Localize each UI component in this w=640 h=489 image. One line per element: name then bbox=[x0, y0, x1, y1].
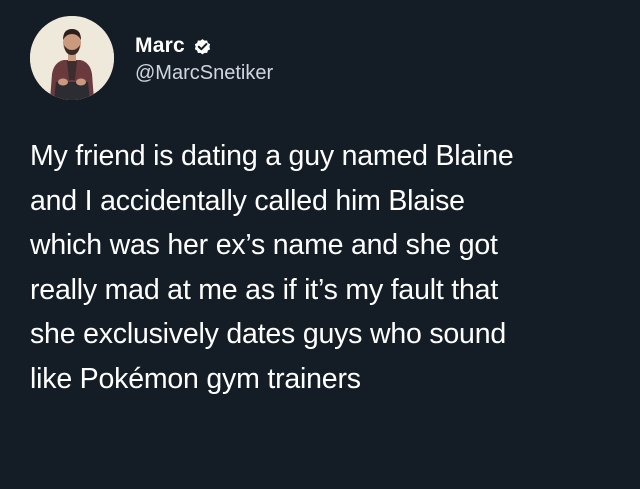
tweet-card: Marc @MarcSnetiker My friend is dating a… bbox=[0, 0, 640, 489]
tweet-text-line: which was her ex’s name and she got bbox=[30, 229, 498, 261]
tweet-text-line: like Pokémon gym trainers bbox=[30, 362, 361, 395]
user-handle[interactable]: @MarcSnetiker bbox=[135, 62, 273, 85]
name-row: Marc bbox=[135, 31, 273, 61]
avatar-photo bbox=[30, 16, 114, 100]
avatar[interactable] bbox=[30, 16, 114, 100]
tweet-text: My friend is dating a guy named Blaine a… bbox=[30, 134, 620, 401]
user-names: Marc @MarcSnetiker bbox=[135, 31, 273, 85]
tweet-header: Marc @MarcSnetiker bbox=[30, 16, 273, 100]
display-name[interactable]: Marc bbox=[135, 34, 185, 58]
tweet-text-line: My friend is dating a guy named Blaine bbox=[30, 140, 514, 172]
tweet-text-line: she exclusively dates guys who sound bbox=[30, 318, 506, 350]
tweet-text-line: really mad at me as if it’s my fault tha… bbox=[30, 273, 499, 306]
verified-badge-icon bbox=[193, 37, 212, 56]
tweet-text-line: and I accidentally called him Blaise bbox=[30, 184, 465, 217]
